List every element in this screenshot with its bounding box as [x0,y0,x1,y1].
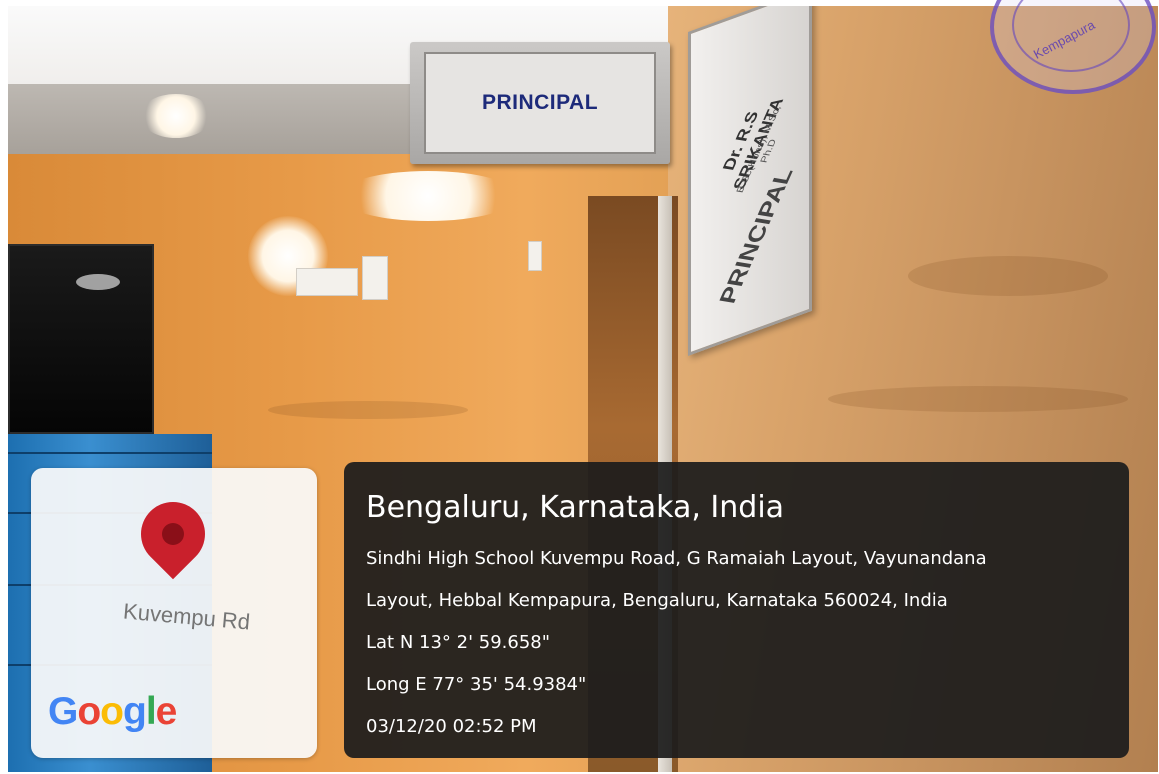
location-city: Bengaluru, Karnataka, India [366,490,785,525]
timestamp: 03/12/20 02:52 PM [366,716,537,737]
map-thumbnail-card[interactable]: Kuvempu Rd Google [31,468,317,758]
principal-door-sign: PRINCIPAL [410,42,670,164]
wood-grain [828,386,1128,412]
google-logo: Google [48,690,177,733]
principal-name-sign: Dr. R.S SRIKANTA B.Sc(Hons), M.Sc, Ph.D … [688,6,812,357]
wall-switch-box [362,256,388,300]
latitude: Lat N 13° 2' 59.658" [366,632,551,653]
principal-door-sign-plate: PRINCIPAL [424,52,656,154]
tv-glare [76,274,120,290]
ceiling-light [140,94,212,138]
longitude: Long E 77° 35' 54.9384" [366,674,587,695]
wall-fixture [528,241,542,271]
wood-grain [268,401,468,419]
ceiling-beam [8,84,428,154]
map-road-label: Kuvempu Rd [122,598,252,635]
wood-grain [908,256,1108,296]
map-pin-icon [127,488,219,580]
map-pin-center [157,518,189,550]
principal-title-text: PRINCIPAL [714,167,799,306]
wall-switch-box [296,268,358,296]
cabinet-shelf [8,452,212,454]
address-line-2: Layout, Hebbal Kempapura, Bengaluru, Kar… [366,590,948,611]
geotag-info-card: Bengaluru, Karnataka, India Sindhi High … [344,462,1129,758]
wall-light-reflection [338,171,518,221]
address-line-1: Sindhi High School Kuvempu Road, G Ramai… [366,548,987,569]
principal-door-sign-text: PRINCIPAL [481,91,599,114]
wall-television [8,244,154,434]
